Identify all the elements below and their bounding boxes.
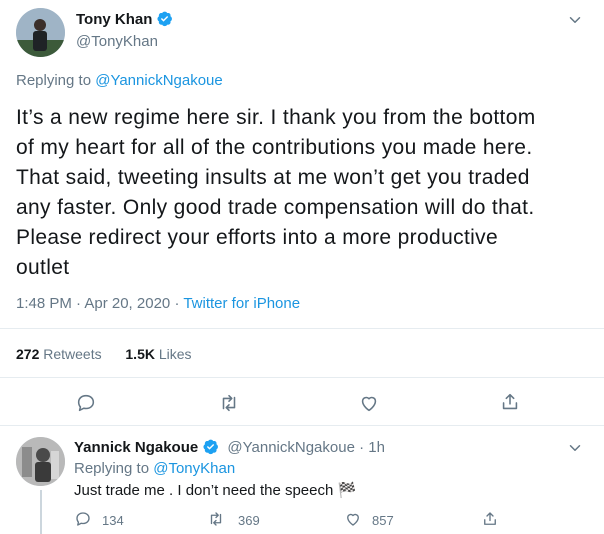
reply-author-name[interactable]: Yannick Ngakoue xyxy=(74,439,198,456)
timestamp-line: 1:48 PM · Apr 20, 2020 · Twitter for iPh… xyxy=(16,294,300,314)
share-icon[interactable] xyxy=(499,391,521,413)
tweet-text-line: That said, tweeting insults at me won’t … xyxy=(16,166,530,189)
reply-action-reply[interactable]: 134 xyxy=(74,510,124,531)
tweet-text: It’s a new regime here sir. I thank you … xyxy=(16,103,536,283)
tweet-stats: 272 Retweets 1.5K Likes xyxy=(16,344,192,364)
reply-count: 134 xyxy=(102,513,124,528)
author-handle[interactable]: @TonyKhan xyxy=(76,32,158,52)
reply-text-content: Just trade me . I don’t need the speech xyxy=(74,482,334,499)
reply-icon xyxy=(74,510,92,531)
reply-action-like[interactable]: 857 xyxy=(344,510,394,531)
tweet-text-line: of my heart for all of the contributions… xyxy=(16,136,533,159)
divider xyxy=(0,377,604,378)
like-icon[interactable] xyxy=(358,392,380,414)
reply-replying-to-line: Replying to @TonyKhan xyxy=(74,459,235,479)
chevron-down-icon[interactable] xyxy=(566,11,584,29)
reply-action-retweet[interactable]: 369 xyxy=(206,510,260,531)
share-icon[interactable] xyxy=(481,510,499,528)
retweets-label: Retweets xyxy=(43,346,102,362)
like-icon xyxy=(344,510,362,531)
retweet-count: 369 xyxy=(238,513,260,528)
verified-badge-icon xyxy=(202,438,219,461)
likes-count: 1.5K xyxy=(125,346,155,362)
checkered-flag-emoji: 🏁 xyxy=(337,482,357,499)
replying-to-link[interactable]: @YannickNgakoue xyxy=(95,72,223,89)
tweet-text-line: Please redirect your efforts into a more… xyxy=(16,226,499,249)
replying-to-label: Replying to xyxy=(74,460,150,477)
retweet-icon[interactable] xyxy=(217,392,241,414)
replying-to-line: Replying to @YannickNgakoue xyxy=(16,71,223,91)
yannick-avatar[interactable] xyxy=(16,437,65,486)
retweet-icon xyxy=(206,510,226,531)
retweets-stat[interactable]: 272 Retweets xyxy=(16,346,102,362)
tony-khan-avatar[interactable] xyxy=(16,8,65,57)
separator-dot: · xyxy=(174,295,180,312)
divider xyxy=(0,425,604,426)
reply-time[interactable]: · 1h xyxy=(359,439,385,456)
reply-author-handle[interactable]: @YannickNgakoue xyxy=(227,439,355,456)
thread-line xyxy=(40,490,42,534)
like-count: 857 xyxy=(372,513,394,528)
verified-badge-icon xyxy=(156,10,173,33)
replying-to-link[interactable]: @TonyKhan xyxy=(153,460,235,477)
tweet-source-link[interactable]: Twitter for iPhone xyxy=(183,295,300,312)
reply-text: Just trade me . I don’t need the speech … xyxy=(74,481,356,501)
tweet-text-line: It’s a new regime here sir. I thank you … xyxy=(16,106,536,129)
likes-stat[interactable]: 1.5K Likes xyxy=(125,346,191,362)
reply-icon[interactable] xyxy=(75,392,97,414)
replying-to-label: Replying to xyxy=(16,72,92,89)
likes-label: Likes xyxy=(158,346,192,362)
tweet-text-line: any faster. Only good trade compensation… xyxy=(16,196,535,219)
reply-header: Yannick Ngakoue @YannickNgakoue · 1h xyxy=(74,438,385,461)
author-name[interactable]: Tony Khan xyxy=(76,11,152,28)
chevron-down-icon[interactable] xyxy=(566,439,584,457)
divider xyxy=(0,328,604,329)
tweet-text-line: outlet xyxy=(16,256,70,279)
timestamp[interactable]: 1:48 PM · Apr 20, 2020 xyxy=(16,295,170,312)
retweets-count: 272 xyxy=(16,346,40,362)
